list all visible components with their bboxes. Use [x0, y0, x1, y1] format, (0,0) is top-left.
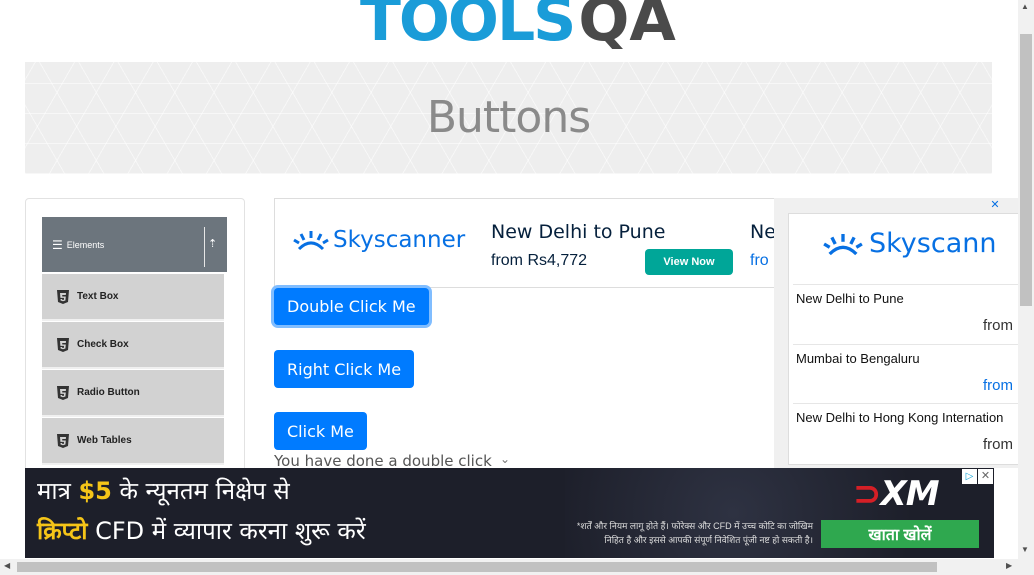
- skyscanner-brand: Skyscanner: [333, 227, 466, 253]
- double-click-button[interactable]: Double Click Me: [274, 288, 429, 325]
- route-price: fro: [750, 252, 769, 269]
- route-from: from: [983, 377, 1013, 394]
- logo-qa-text: QA: [578, 0, 676, 55]
- xm-logo: ⊃XM: [853, 474, 940, 514]
- ad-disclaimer: *शर्तें और नियम लागू होते हैं। फोरेक्स औ…: [495, 519, 813, 547]
- click-me-button[interactable]: Click Me: [274, 412, 367, 450]
- toolsqa-logo[interactable]: TOOLS QA: [360, 0, 676, 50]
- skyscanner-ad-side[interactable]: Skyscann New Delhi to Pune from Mumbai t…: [788, 213, 1020, 465]
- sunrise-icon: [823, 233, 863, 255]
- ad-text: के न्यूनतम निक्षेप से: [111, 477, 290, 505]
- ad-close-icon[interactable]: ✕: [978, 469, 993, 484]
- route-row[interactable]: Mumbai to Bengaluru from: [793, 344, 1019, 398]
- sidebar-group-title: Elements: [66, 239, 105, 250]
- chevron-down-icon[interactable]: ⌄: [500, 452, 510, 466]
- sidebar-item-text-box[interactable]: Text Box: [42, 274, 224, 321]
- route-title: New Delhi to Hong Kong Internation: [796, 410, 1004, 425]
- scroll-down-icon[interactable]: ▼: [1021, 545, 1029, 554]
- disclaimer-line: *शर्तें और नियम लागू होते हैं। फोरेक्स औ…: [576, 521, 813, 531]
- ad-amount: $5: [78, 477, 112, 505]
- horizontal-scroll-thumb[interactable]: [17, 562, 937, 572]
- logo-tools-text: TOOLS: [360, 0, 576, 55]
- route-title: New Delhi to Pune: [796, 291, 904, 306]
- sidebar-item-check-box[interactable]: Check Box: [42, 322, 224, 369]
- xm-ad-banner[interactable]: मात्र $5 के न्यूनतम निक्षेप से क्रिप्टो …: [25, 468, 994, 558]
- scroll-up-icon[interactable]: ▲: [1021, 2, 1029, 11]
- sidebar-item-label: Radio Button: [77, 387, 140, 398]
- sidebar-item-label: Web Tables: [77, 435, 132, 446]
- view-now-button[interactable]: View Now: [645, 249, 733, 275]
- skyscanner-ad-main[interactable]: Skyscanner New Delhi to Pune from Rs4,77…: [274, 198, 776, 288]
- html5-icon: [57, 337, 69, 352]
- ad-info-icon[interactable]: ▷: [962, 469, 977, 484]
- route-from: from: [983, 317, 1013, 334]
- ad-text: CFD में व्यापार करना शुरू करें: [87, 517, 366, 545]
- route-row[interactable]: New Delhi to Pune from: [793, 284, 1019, 338]
- skyscanner-logo: Skyscann: [823, 228, 996, 259]
- route-title: Ne: [750, 221, 776, 243]
- adchoices-icon[interactable]: ✕: [988, 198, 1002, 212]
- sidebar-item-web-tables[interactable]: Web Tables: [42, 418, 224, 465]
- page-title: Buttons: [426, 92, 591, 143]
- hamburger-icon: ☰: [52, 237, 63, 252]
- scroll-left-icon[interactable]: ◀: [4, 561, 10, 570]
- sidebar-group-elements[interactable]: ☰ Elements ⇡: [42, 217, 227, 272]
- ad-headline-1: मात्र $5 के न्यूनतम निक्षेप से: [37, 474, 290, 507]
- vertical-scroll-thumb[interactable]: [1020, 34, 1032, 306]
- skyscanner-brand: Skyscann: [869, 228, 997, 259]
- route-title: Mumbai to Bengaluru: [796, 351, 920, 366]
- divider: [204, 227, 205, 267]
- html5-icon: [57, 433, 69, 448]
- right-click-button[interactable]: Right Click Me: [274, 350, 415, 388]
- route-from: from: [983, 436, 1013, 453]
- open-account-button[interactable]: खाता खोलें: [821, 520, 979, 548]
- sunrise-icon: [293, 231, 329, 251]
- page-banner: Buttons: [25, 62, 992, 174]
- sidebar-item-label: Check Box: [77, 339, 129, 350]
- ad-crypto-text: क्रिप्टो: [37, 517, 88, 545]
- route-card[interactable]: Ne fro: [744, 205, 776, 283]
- skyscanner-logo: Skyscanner: [293, 227, 465, 253]
- scroll-right-icon[interactable]: ▶: [1006, 561, 1012, 570]
- route-card[interactable]: New Delhi to Pune from Rs4,772 View Now: [485, 205, 739, 283]
- route-price: from Rs4,772: [491, 252, 588, 269]
- ad-text: मात्र: [37, 477, 79, 505]
- disclaimer-line: निहित है और इससे आपकी संपूर्ण निवेशित पू…: [604, 535, 813, 545]
- html5-icon: [57, 385, 69, 400]
- route-title: New Delhi to Pune: [491, 221, 666, 243]
- collapse-icon[interactable]: ⇡: [208, 237, 217, 250]
- sidebar-item-label: Text Box: [77, 291, 119, 302]
- sidebar-item-radio-button[interactable]: Radio Button: [42, 370, 224, 417]
- route-row[interactable]: New Delhi to Hong Kong Internation from: [793, 403, 1019, 457]
- html5-icon: [57, 289, 69, 304]
- xm-brand: XM: [880, 474, 940, 514]
- ad-headline-2: क्रिप्टो CFD में व्यापार करना शुरू करें: [37, 514, 366, 547]
